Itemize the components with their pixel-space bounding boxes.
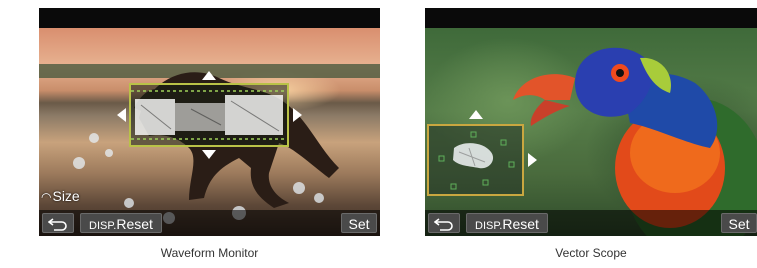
move-up-arrow-icon[interactable] [469, 110, 483, 119]
back-button[interactable] [42, 213, 74, 233]
waveform-frame[interactable] [129, 83, 289, 147]
bottom-bar: DISP.Reset Set [425, 210, 757, 236]
waveform-caption: Waveform Monitor [160, 246, 259, 260]
move-right-arrow-icon[interactable] [293, 108, 302, 122]
size-label: Size [52, 188, 80, 204]
return-arrow-icon [433, 218, 453, 231]
waveform-monitor-screen: ◠Size DISP.Reset Set [39, 8, 380, 236]
return-arrow-icon [47, 218, 67, 231]
back-button[interactable] [428, 213, 460, 233]
disp-reset-button[interactable]: DISP.Reset [466, 213, 548, 233]
disp-label: DISP. [89, 220, 117, 232]
move-up-arrow-icon[interactable] [202, 71, 216, 80]
waveform-graph [131, 90, 287, 140]
disp-reset-button[interactable]: DISP.Reset [80, 213, 162, 233]
move-down-arrow-icon[interactable] [202, 150, 216, 159]
size-control[interactable]: ◠Size [41, 188, 80, 204]
move-right-arrow-icon[interactable] [528, 153, 537, 167]
reset-label: Reset [116, 216, 153, 232]
set-button[interactable]: Set [341, 213, 377, 233]
disp-label: DISP. [475, 220, 503, 232]
reset-label: Reset [502, 216, 539, 232]
move-left-arrow-icon[interactable] [117, 108, 126, 122]
set-button[interactable]: Set [721, 213, 757, 233]
vector-scope-graph [438, 131, 515, 190]
vectorscope-caption: Vector Scope [555, 246, 627, 260]
top-bar [425, 8, 757, 28]
vector-scope-frame[interactable] [427, 124, 524, 196]
vector-scope-screen: DISP.Reset Set [425, 8, 757, 236]
rear-dial-icon: ◠ [41, 190, 52, 204]
top-bar [39, 8, 380, 28]
bottom-bar: DISP.Reset Set [39, 210, 380, 236]
